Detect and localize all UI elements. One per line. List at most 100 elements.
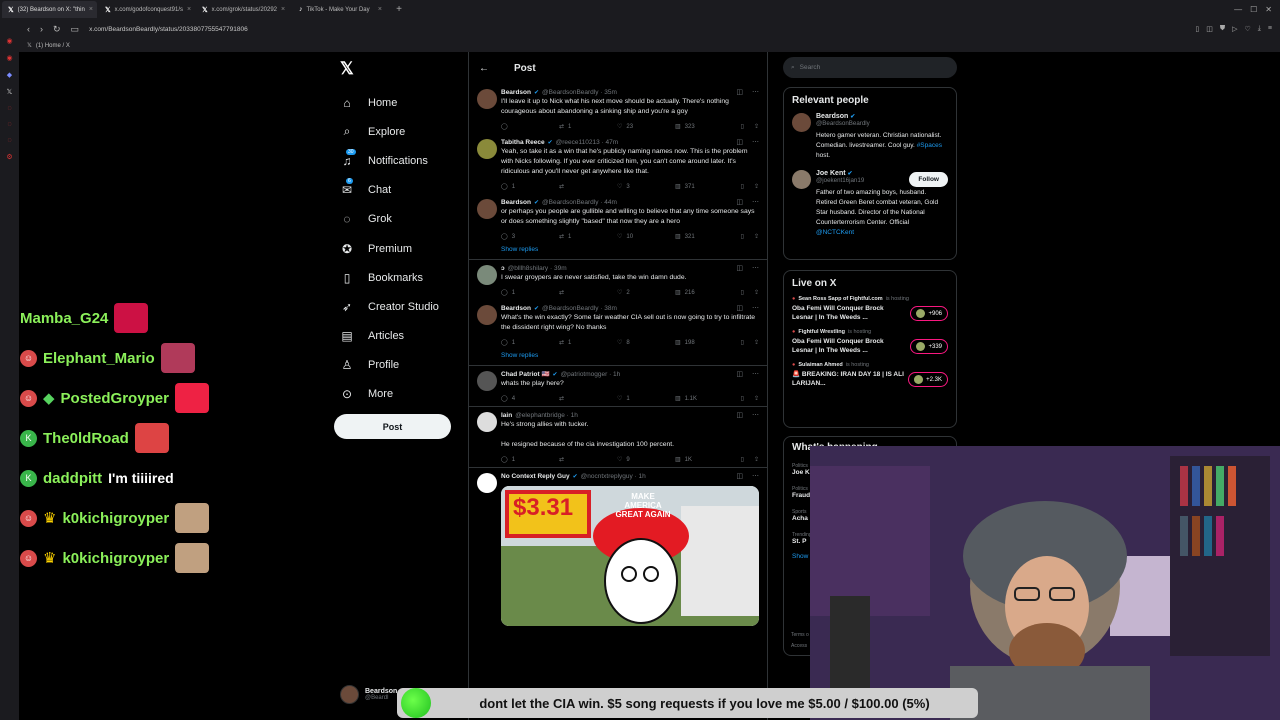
reply-action[interactable]: ◯ 4 xyxy=(501,395,559,403)
nav-item-explore[interactable]: ⌕ Explore xyxy=(340,117,439,146)
nav-item-creator-studio[interactable]: ➶ Creator Studio xyxy=(340,292,439,321)
reply-action[interactable]: ◯ 1 xyxy=(501,456,559,464)
more-icon[interactable]: ⋯ xyxy=(752,472,759,480)
nav-item-chat[interactable]: ✉ 6 Chat xyxy=(340,176,439,205)
reply-tweet[interactable]: Beardson ✔ @BeardsonBeardly · 35m ◫ ⋯ I'll le… xyxy=(469,84,767,134)
bookmark-icon[interactable]: ▯ xyxy=(741,289,744,296)
window-close-icon[interactable]: ✕ xyxy=(1265,5,1272,14)
like-action[interactable]: ♡ 23 xyxy=(617,123,675,131)
reply-action[interactable]: ◯ xyxy=(501,123,559,130)
reply-tweet[interactable]: Chad Patriot 🇺🇸 ✔ @patriotmogger · 1h ◫ ⋯ wha… xyxy=(469,365,767,406)
views-action[interactable]: ▥ 216 xyxy=(675,289,733,297)
author-name[interactable]: Beardson xyxy=(501,199,531,206)
nav-item-grok[interactable]: ◌ Grok xyxy=(340,205,439,234)
avatar[interactable] xyxy=(477,412,497,432)
live-space-item[interactable]: ● Sean Ross Sapp of Fightful.com is hostin… xyxy=(792,296,948,322)
nav-item-profile[interactable]: ♙ Profile xyxy=(340,351,439,380)
more-icon[interactable]: ⋯ xyxy=(752,264,759,272)
tab-tiktok[interactable]: ♪ TikTok - Make Your Day × xyxy=(293,1,388,18)
url-input[interactable]: x.com/BeardsonBeardly/status/20338077555… xyxy=(89,26,248,33)
views-action[interactable]: ▥ 321 xyxy=(675,233,733,241)
tweet-image[interactable]: $3.31 MAKE AMERICA GREAT AGAIN xyxy=(501,486,759,626)
reply-action[interactable]: ◯ 1 xyxy=(501,339,559,347)
avatar[interactable] xyxy=(477,371,497,391)
close-icon[interactable]: × xyxy=(187,6,191,13)
bookmark-icon[interactable]: ▯ xyxy=(1195,25,1199,33)
person-card[interactable]: Joe Kent ✔ @joekent16jan19 Follow Father… xyxy=(792,170,948,238)
reload-icon[interactable]: ↻ xyxy=(53,24,61,35)
tab-godofconquest[interactable]: 𝕏x.com/godofconquest91/s × xyxy=(99,1,194,18)
tab-grok[interactable]: 𝕏x.com/grok/status/20292 × xyxy=(196,1,291,18)
retweet-action[interactable]: ⇄ xyxy=(559,395,617,402)
grok-icon[interactable]: ◫ xyxy=(736,472,743,480)
author-name[interactable]: ɔ xyxy=(501,265,505,272)
retweet-action[interactable]: ⇄ xyxy=(559,183,617,190)
sidebar-app-icon[interactable]: ◉ xyxy=(6,54,12,62)
account-switcher[interactable]: Beardson @Beardl xyxy=(340,685,397,704)
like-action[interactable]: ♡ 1 xyxy=(617,395,675,403)
more-icon[interactable]: ⋯ xyxy=(752,304,759,312)
tab-list-icon[interactable]: ▭ xyxy=(71,24,80,35)
grok-icon[interactable]: ◫ xyxy=(736,198,743,206)
sidebar-app-icon[interactable]: ◌ xyxy=(7,121,11,128)
play-icon[interactable]: ▷ xyxy=(1232,25,1237,33)
share-icon[interactable]: ⇪ xyxy=(754,233,759,240)
like-action[interactable]: ♡ 8 xyxy=(617,339,675,347)
author-name[interactable]: Tabitha Reece xyxy=(501,139,545,146)
nav-item-home[interactable]: ⌂ Home xyxy=(340,88,439,117)
reply-action[interactable]: ◯ 1 xyxy=(501,183,559,191)
nav-item-articles[interactable]: ▤ Articles xyxy=(340,322,439,351)
close-icon[interactable]: × xyxy=(281,6,285,13)
grok-icon[interactable]: ◫ xyxy=(736,411,743,419)
like-action[interactable]: ♡ 9 xyxy=(617,456,675,464)
terms-link[interactable]: Terms o xyxy=(791,630,809,641)
share-icon[interactable]: ⇪ xyxy=(754,395,759,402)
views-action[interactable]: ▥ 1K xyxy=(675,456,733,464)
more-icon[interactable]: ⋯ xyxy=(752,411,759,419)
avatar[interactable] xyxy=(477,89,497,109)
heart-icon[interactable]: ♡ xyxy=(1245,25,1251,33)
grok-icon[interactable]: ◫ xyxy=(736,264,743,272)
menu-icon[interactable]: ≡ xyxy=(1268,25,1272,33)
bookmark-icon[interactable]: ▯ xyxy=(741,183,744,190)
reply-tweet[interactable]: Beardson ✔ @BeardsonBeardly · 44m ◫ ⋯ or perh… xyxy=(469,194,767,244)
tab-beardson[interactable]: 𝕏 (32) Beardson on X: "thin × xyxy=(2,1,97,18)
nav-item-notifications[interactable]: ♫ 30 Notifications xyxy=(340,146,439,175)
new-tab-icon[interactable]: + xyxy=(392,4,406,15)
retweet-action[interactable]: ⇄ 1 xyxy=(559,339,617,347)
sidebar-app-icon[interactable]: ◆ xyxy=(7,71,12,79)
share-icon[interactable]: ⇪ xyxy=(754,456,759,463)
reply-tweet[interactable]: Tabitha Reece ✔ @reece110213 · 47m ◫ ⋯ Yeah, … xyxy=(469,134,767,194)
bookmark-home-x[interactable]: (1) Home / X xyxy=(36,43,70,49)
post-button[interactable]: Post xyxy=(334,414,451,439)
share-icon[interactable]: ⇪ xyxy=(754,123,759,130)
x-sidebar-icon[interactable]: 𝕏 xyxy=(7,88,13,96)
author-name[interactable]: Iain xyxy=(501,412,512,419)
retweet-action[interactable]: ⇄ xyxy=(559,456,617,463)
retweet-action[interactable]: ⇄ xyxy=(559,289,617,296)
bookmark-icon[interactable]: ▯ xyxy=(741,339,744,346)
nav-item-bookmarks[interactable]: ▯ Bookmarks xyxy=(340,263,439,292)
live-space-item[interactable]: ● Fightful Wrestling is hosting Oba Femi Wi… xyxy=(792,329,948,355)
like-action[interactable]: ♡ 10 xyxy=(617,233,675,241)
sidebar-app-icon[interactable]: ◌ xyxy=(7,137,11,144)
shield-icon[interactable]: ⛊ xyxy=(1220,25,1225,33)
share-icon[interactable]: ⇪ xyxy=(754,183,759,190)
author-name[interactable]: Chad Patriot 🇺🇸 xyxy=(501,370,550,378)
reply-tweet[interactable]: Beardson ✔ @BeardsonBeardly · 38m ◫ ⋯ What's … xyxy=(469,300,767,350)
reply-tweet[interactable]: ɔ @blllh8shilary · 39m ◫ ⋯ I swear groypers … xyxy=(469,259,767,300)
like-action[interactable]: ♡ 2 xyxy=(617,289,675,297)
forward-icon[interactable]: › xyxy=(40,24,43,34)
more-icon[interactable]: ⋯ xyxy=(752,198,759,206)
bookmark-icon[interactable]: ▯ xyxy=(741,123,744,130)
maximize-icon[interactable]: ☐ xyxy=(1250,5,1257,14)
sidebar-app-icon[interactable]: ◉ xyxy=(6,37,12,45)
show-replies-link[interactable]: Show replies xyxy=(469,350,767,365)
hashtag-link[interactable]: #Spaces xyxy=(917,142,942,149)
grok-icon[interactable]: ◫ xyxy=(736,138,743,146)
retweet-action[interactable]: ⇄ 1 xyxy=(559,233,617,241)
author-name[interactable]: Beardson xyxy=(501,89,531,96)
more-icon[interactable]: ⋯ xyxy=(752,138,759,146)
retweet-action[interactable]: ⇄ 1 xyxy=(559,123,617,131)
reply-action[interactable]: ◯ 3 xyxy=(501,233,559,241)
